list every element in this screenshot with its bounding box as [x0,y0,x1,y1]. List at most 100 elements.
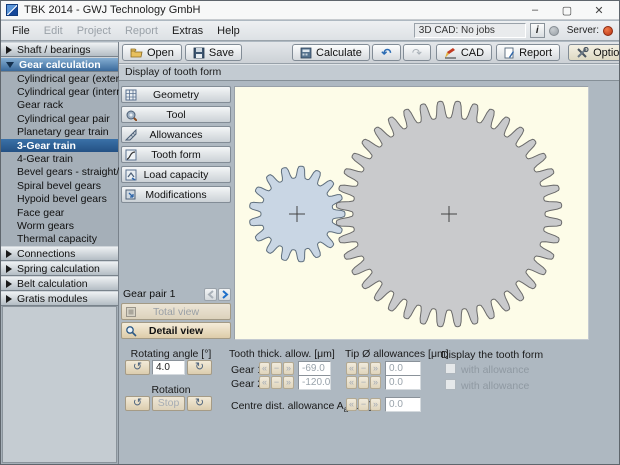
detail-view-button[interactable]: Detail view [121,322,231,339]
tooth-form-button[interactable]: Tooth form [121,146,231,163]
open-button[interactable]: Open [122,44,182,61]
chevron-left-icon [206,289,214,299]
sidebar-item-bevel-gears[interactable]: Bevel gears - straight/helical [1,166,149,179]
tip2-allowance-input[interactable]: 0.0 [385,375,421,390]
tip1-stepper-up-icon: » [370,362,381,375]
save-button[interactable]: Save [184,44,242,61]
sidebar-item-cylindrical-gear-internal[interactable]: Cylindrical gear (internal) [1,85,134,98]
sidebar-empty-panel [2,306,117,463]
window-title: TBK 2014 - GWJ Technology GmbH [24,4,201,16]
sidebar: Shaft / bearings Gear calculation Cylind… [1,42,149,464]
gear1-stepper-down-icon: « [259,362,270,375]
menu-help[interactable]: Help [210,23,247,39]
server-label: Server: [566,25,599,36]
calculate-button[interactable]: Calculate [292,44,370,61]
server-led [603,25,613,36]
sidebar-section-shaft-bearings[interactable]: Shaft / bearings [1,42,118,57]
gear1-stepper-minus-icon: − [271,362,282,375]
gear2-allowance-input[interactable]: -120.0 [298,375,331,390]
with-allowance-label-2: with allowance [461,380,530,392]
centre-stepper-down-icon: « [346,398,357,411]
rotate-cw-icon: ↻ [194,361,205,373]
app-window: TBK 2014 - GWJ Technology GmbH – ▢ ✕ Fil… [0,0,620,465]
centre-allowance-input[interactable]: 0.0 [385,397,421,412]
load-capacity-icon [125,169,137,181]
maximize-button[interactable]: ▢ [551,1,583,19]
rotation-ccw-button[interactable]: ↺ [125,396,150,411]
with-allowance-checkbox-1 [445,363,456,374]
modifications-icon [125,189,136,200]
gear1-stepper-up-icon: » [283,362,294,375]
rotating-angle-label: Rotating angle [°] [130,348,212,360]
close-button[interactable]: ✕ [583,1,615,19]
sidebar-item-hypoid-bevel-gears[interactable]: Hypoid bevel gears [1,193,118,206]
section-title: Display of tooth form [119,64,619,81]
sidebar-section-spring-calculation[interactable]: Spring calculation [1,261,118,277]
rotate-ccw-icon: ↺ [132,397,143,409]
menu-bar: File Edit Project Report Extras Help 3D … [1,21,619,41]
chevron-right-icon [6,294,12,303]
save-floppy-icon [193,47,205,58]
menu-file[interactable]: File [5,23,37,39]
chevron-right-icon [6,249,12,258]
next-gear-pair-button[interactable] [218,287,231,301]
open-folder-icon [130,48,143,57]
tooth-form-canvas[interactable] [234,86,589,340]
sidebar-item-cylindrical-gear-external[interactable]: Cylindrical gear (external) [1,72,137,85]
redo-icon: ↷ [411,45,422,60]
chevron-right-icon [6,279,12,288]
title-bar: TBK 2014 - GWJ Technology GmbH – ▢ ✕ [1,1,619,20]
cad-status-box: 3D CAD: No jobs [413,23,526,38]
gear1-allowance-input[interactable]: -69.0 [298,361,331,376]
tip1-allowance-input[interactable]: 0.0 [385,361,421,376]
load-capacity-button[interactable]: Load capacity [121,166,231,183]
sidebar-item-3-gear-train[interactable]: 3-Gear train [1,138,118,153]
rotation-cw-button[interactable]: ↻ [187,396,212,411]
menu-extras[interactable]: Extras [165,23,210,39]
sidebar-section-gratis-modules[interactable]: Gratis modules [1,291,118,307]
rotate-cw-button[interactable]: ↻ [187,360,212,375]
tool-button[interactable]: Tool [121,106,231,123]
with-allowance-label-1: with allowance [461,364,530,376]
sidebar-section-belt-calculation[interactable]: Belt calculation [1,276,118,292]
sidebar-item-gear-rack[interactable]: Gear rack [1,99,118,112]
stop-button: Stop [152,396,185,411]
rotation-label: Rotation [151,384,191,396]
info-button[interactable]: i [529,23,545,38]
total-view-button: Total view [121,303,231,320]
redo-button: ↷ [402,44,431,61]
report-button[interactable]: Report [496,44,561,61]
tip2-stepper-minus-icon: − [358,376,369,389]
chevron-right-icon [6,264,12,273]
tip1-stepper-down-icon: « [346,362,357,375]
undo-button[interactable]: ↶ [371,44,401,61]
app-icon [6,4,18,16]
menu-project: Project [76,24,111,37]
menu-report: Report [124,24,158,37]
sidebar-item-4-gear-train[interactable]: 4-Gear train [1,152,118,165]
sidebar-item-worm-gears[interactable]: Worm gears [1,219,118,232]
toolbar: Open Save Calculate ↶ ↷ CAD Report Optio [119,42,619,64]
tooth-form-curve-icon [125,149,137,161]
sidebar-section-gear-calculation[interactable]: Gear calculation [1,57,118,72]
report-document-icon [504,47,515,58]
modifications-button[interactable]: Modifications [121,186,231,203]
cad-button[interactable]: CAD [435,44,493,61]
allowances-button[interactable]: Allowances [121,126,231,143]
minimize-button[interactable]: – [519,1,551,19]
sidebar-item-face-gear[interactable]: Face gear [1,206,118,219]
sidebar-section-connections[interactable]: Connections [1,246,118,262]
tip-allowances-header: Tip Ø allowances [μm] [345,348,449,360]
sidebar-item-cylindrical-gear-pair[interactable]: Cylindrical gear pair [1,112,118,125]
sidebar-item-thermal-capacity[interactable]: Thermal capacity [1,233,118,246]
options-button[interactable]: Options [568,44,619,61]
rotating-angle-input[interactable]: 4.0 [152,360,185,375]
sidebar-item-planetary-gear-train[interactable]: Planetary gear train [1,126,118,139]
display-tooth-form-header: Display the tooth form [441,349,544,361]
gear2-stepper-up-icon: » [283,376,294,389]
rotate-ccw-button[interactable]: ↺ [125,360,150,375]
sidebar-item-spiral-bevel-gears[interactable]: Spiral bevel gears [1,179,118,192]
centre-stepper-up-icon: » [370,398,381,411]
geometry-button[interactable]: Geometry [121,86,231,103]
calculator-icon [300,47,312,58]
